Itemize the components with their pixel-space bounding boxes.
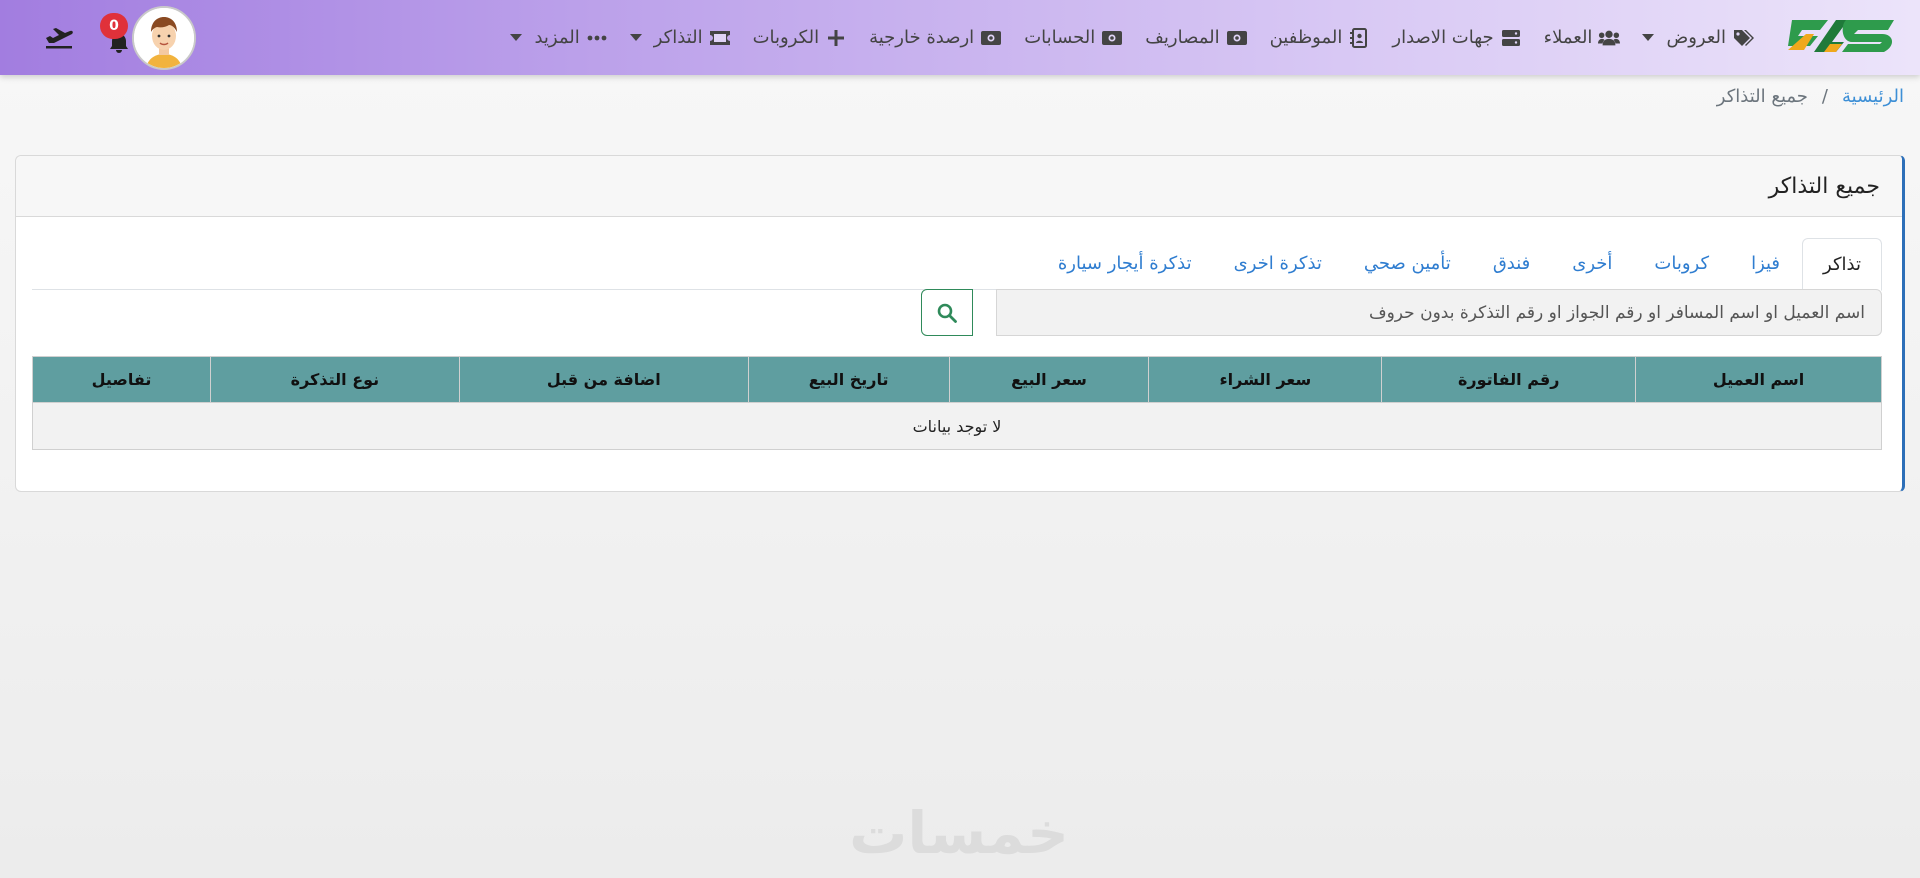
column-header-added-by[interactable]: اضافة من قبل	[458, 356, 749, 403]
tab-groups[interactable]: كروبات	[1634, 238, 1729, 290]
money-bill-icon	[980, 28, 1002, 48]
tab-tickets[interactable]: تذاكر	[1802, 238, 1882, 291]
nav-tickets-label: التذاكر	[653, 27, 703, 48]
money-bill-icon	[1101, 28, 1123, 48]
nav-employees[interactable]: الموظفين	[1270, 27, 1371, 48]
column-header-sale-date[interactable]: تاريخ البيع	[747, 356, 950, 403]
tab-hotel[interactable]: فندق	[1473, 238, 1550, 290]
plus-icon	[825, 28, 847, 48]
nav-external-balances-label: ارصدة خارجية	[869, 27, 975, 48]
nav-more[interactable]: المزيد	[510, 27, 607, 48]
nav-issuers-label: جهات الاصدار	[1392, 27, 1494, 48]
nav-expenses-label: المصاريف	[1145, 27, 1220, 48]
main-menu: العروض العملاء جهات الاصدار الموظفين الم…	[488, 0, 1754, 75]
plane-departure-icon[interactable]	[44, 25, 74, 51]
tickets-table: اسم العميل رقم الفاتورة سعر الشراء سعر ا…	[32, 356, 1882, 450]
tab-health-insurance[interactable]: تأمين صحي	[1344, 238, 1471, 290]
tags-icon	[1732, 28, 1754, 48]
table-header-row: اسم العميل رقم الفاتورة سعر الشراء سعر ا…	[32, 356, 1882, 403]
ticket-icon	[709, 28, 731, 48]
search-button[interactable]	[921, 289, 973, 336]
notification-badge: 0	[100, 13, 128, 39]
nav-employees-label: الموظفين	[1269, 27, 1343, 48]
address-book-icon	[1348, 27, 1370, 48]
watermark-logo: خمسات	[849, 799, 1069, 867]
notifications-button[interactable]: 0	[100, 13, 132, 53]
avatar-image	[134, 8, 194, 68]
user-area: 0	[14, 4, 196, 72]
nav-accounts-label: الحسابات	[1024, 27, 1096, 48]
server-icon	[1500, 28, 1522, 48]
chevron-down-icon	[510, 34, 523, 41]
breadcrumb-current: جميع التذاكر	[1716, 86, 1808, 107]
table-row: لا توجد بيانات	[32, 402, 1882, 450]
column-header-purchase-price[interactable]: سعر الشراء	[1148, 356, 1383, 403]
ellipsis-icon	[586, 28, 608, 48]
nav-external-balances[interactable]: ارصدة خارجية	[869, 27, 1002, 48]
nav-accounts[interactable]: الحسابات	[1024, 27, 1123, 48]
nav-offers-label: العروض	[1666, 27, 1726, 48]
nav-issuers[interactable]: جهات الاصدار	[1392, 27, 1521, 48]
nav-offers[interactable]: العروض	[1642, 27, 1754, 48]
tab-other[interactable]: أخرى	[1552, 238, 1632, 290]
breadcrumb-home-link[interactable]: الرئيسية	[1842, 86, 1904, 107]
column-header-ticket-type[interactable]: نوع التذكرة	[209, 356, 460, 403]
brand-logo[interactable]	[1784, 12, 1904, 62]
breadcrumb-separator: /	[1821, 86, 1828, 107]
ticket-type-tabs: تذاكر فيزا كروبات أخرى فندق تأمين صحي تذ…	[32, 238, 1882, 291]
search-group	[32, 289, 1882, 336]
tickets-card: جميع التذاكر تذاكر فيزا كروبات أخرى فندق…	[15, 155, 1905, 492]
search-input[interactable]	[996, 289, 1882, 336]
nav-more-label: المزيد	[534, 27, 580, 48]
empty-table-message: لا توجد بيانات	[32, 402, 1882, 450]
tab-car-rental-ticket[interactable]: تذكرة أيجار سيارة	[1038, 238, 1212, 290]
chevron-down-icon	[629, 34, 642, 41]
nav-tickets[interactable]: التذاكر	[629, 27, 731, 48]
tab-other-ticket[interactable]: تذكرة اخرى	[1214, 238, 1342, 290]
nav-expenses[interactable]: المصاريف	[1145, 27, 1247, 48]
page-title: جميع التذاكر	[1768, 173, 1880, 199]
nav-groups[interactable]: الكروبات	[753, 27, 848, 48]
tab-visa[interactable]: فيزا	[1731, 238, 1800, 290]
nav-groups-label: الكروبات	[752, 27, 820, 48]
card-header: جميع التذاكر	[16, 156, 1902, 217]
top-navbar: العروض العملاء جهات الاصدار الموظفين الم…	[0, 0, 1920, 75]
nav-clients-label: العملاء	[1543, 27, 1593, 48]
column-header-invoice-number[interactable]: رقم الفاتورة	[1381, 356, 1637, 403]
breadcrumb: الرئيسية / جميع التذاكر	[1717, 86, 1904, 107]
chevron-down-icon	[1642, 34, 1655, 41]
money-bill-icon	[1226, 28, 1248, 48]
nav-clients[interactable]: العملاء	[1544, 27, 1621, 48]
column-header-sale-price[interactable]: سعر البيع	[948, 356, 1150, 403]
search-icon	[937, 303, 957, 323]
avatar[interactable]	[132, 6, 196, 70]
users-icon	[1598, 28, 1621, 48]
column-header-details[interactable]: تفاصيل	[32, 356, 211, 403]
column-header-client-name[interactable]: اسم العميل	[1635, 356, 1882, 403]
